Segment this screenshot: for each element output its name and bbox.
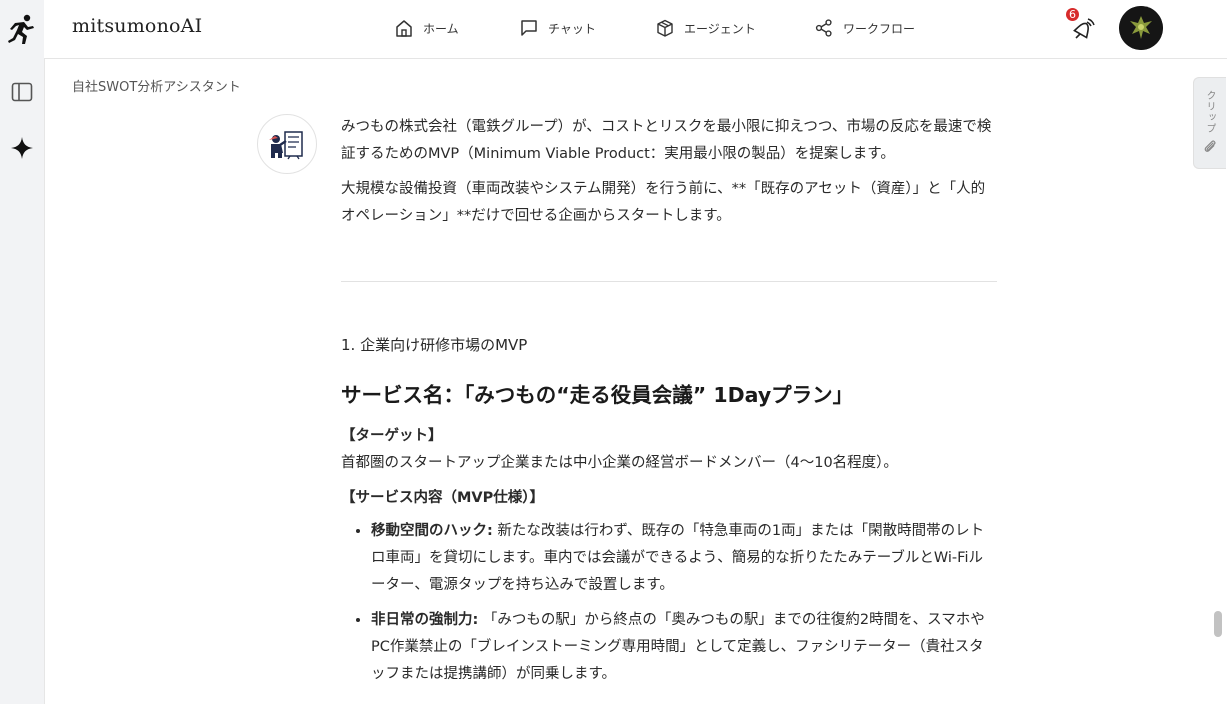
nav-home-label: ホーム <box>423 21 459 36</box>
share-icon <box>815 19 832 37</box>
nav-agent-label: エージェント <box>684 21 756 36</box>
list-item: 移動空間のハック: 新たな改装は行わず、既存の「特急車両の1両」または「閑散時間… <box>371 518 997 599</box>
nav-agent[interactable]: エージェント <box>656 16 756 40</box>
spec-label: 【サービス内容（MVP仕様）】 <box>341 490 545 506</box>
nav-workflow-label: ワークフロー <box>843 21 916 36</box>
nav-chat[interactable]: チャット <box>520 16 596 40</box>
assistant-avatar <box>257 114 317 174</box>
target-text: 首都圏のスタートアップ企業または中小企業の経営ボードメンバー（4〜10名程度）。 <box>341 455 898 471</box>
intro-paragraph-2: 大規模な設備投資（車両改装やシステム開発）を行う前に、**「既存のアセット（資産… <box>341 181 986 224</box>
assistant-message: みつもの株式会社（電鉄グループ）が、コストとリスクを最小限に抑えつつ、市場の反応… <box>341 114 997 696</box>
top-header: mitsumonoAI <box>44 0 1227 59</box>
cube-icon <box>657 19 673 37</box>
notification-count-badge: 6 <box>1066 8 1079 21</box>
spec-list: 移動空間のハック: 新たな改装は行わず、既存の「特急車両の1両」または「閑散時間… <box>341 518 997 688</box>
intro-paragraph-1: みつもの株式会社（電鉄グループ）が、コストとリスクを最小限に抑えつつ、市場の反応… <box>341 119 992 162</box>
bullet-term: 非日常の強制力: <box>371 612 479 628</box>
divider <box>341 281 997 282</box>
section-heading: 1. 企業向け研修市場のMVP <box>341 336 528 354</box>
chat-icon <box>521 20 537 36</box>
nav-workflow[interactable]: ワークフロー <box>815 16 915 40</box>
user-avatar[interactable] <box>1119 6 1163 50</box>
nav-home[interactable]: ホーム <box>395 16 459 40</box>
sparkle-icon[interactable] <box>6 132 38 164</box>
assistant-name: 自社SWOT分析アシスタント <box>72 80 241 95</box>
logo-runner-icon[interactable] <box>6 14 38 46</box>
brand-name[interactable]: mitsumonoAI <box>72 15 202 37</box>
home-icon <box>396 19 412 37</box>
nav-chat-label: チャット <box>548 21 596 36</box>
left-rail <box>0 0 45 704</box>
sidebar-toggle-icon[interactable] <box>6 76 38 108</box>
bullet-term: 移動空間のハック: <box>371 523 493 539</box>
scrollbar[interactable] <box>1211 60 1225 704</box>
service-title: サービス名：「みつもの“走る役員会議” 1Dayプラン」 <box>341 383 854 407</box>
list-item: 非日常の強制力: 「みつもの駅」から終点の「奥みつもの駅」までの往復約2時間を、… <box>371 607 997 688</box>
scrollbar-thumb[interactable] <box>1214 611 1222 637</box>
target-label: 【ターゲット】 <box>341 428 443 444</box>
